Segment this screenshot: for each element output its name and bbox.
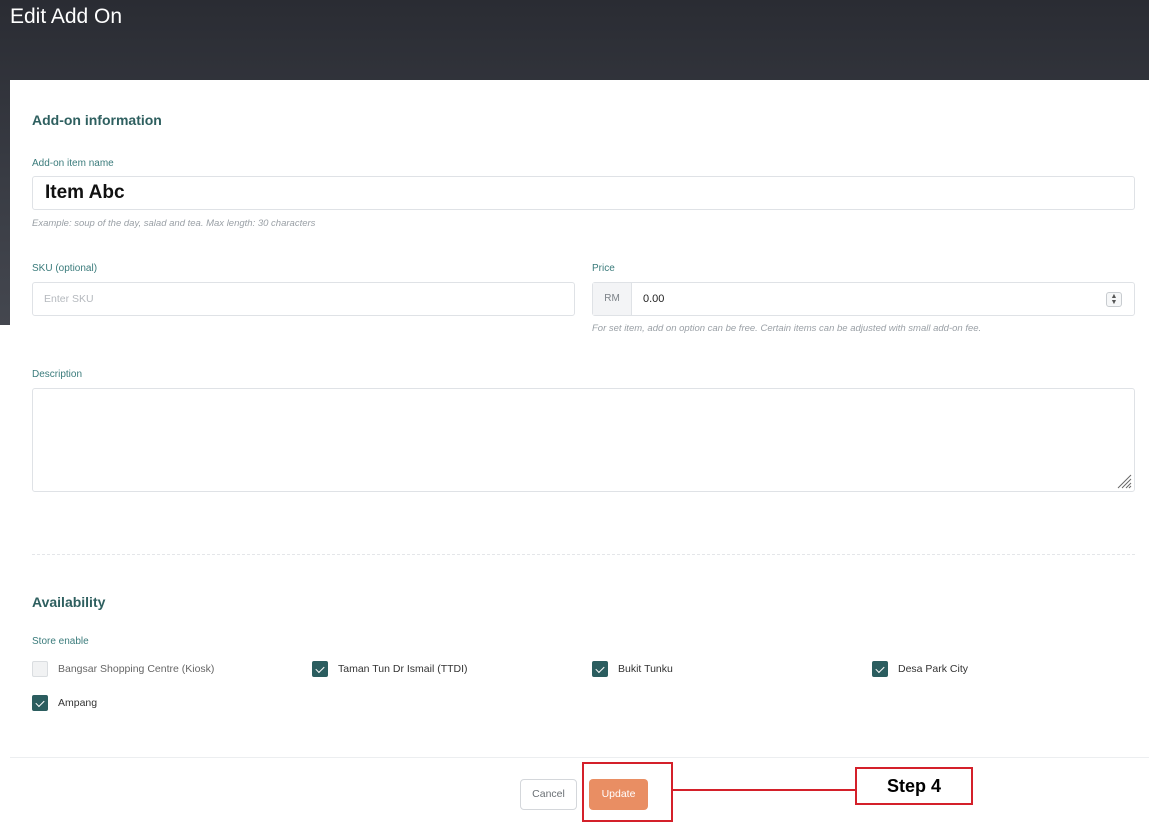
description-label: Description [32,369,83,380]
price-input[interactable]: RM 0.00 ▲ ▼ [592,282,1135,316]
store-option-bukit-tunku[interactable]: Bukit Tunku [592,660,673,678]
sku-placeholder: Enter SKU [44,293,94,305]
description-textarea[interactable] [32,388,1135,492]
price-stepper-icon[interactable]: ▲ ▼ [1106,292,1122,307]
footer-divider [10,757,1149,758]
checkbox-checked[interactable] [592,661,608,677]
annotation-step-label: Step 4 [855,767,973,805]
store-option-desa-park-city[interactable]: Desa Park City [872,660,968,678]
store-label: Ampang [58,697,98,709]
item-name-hint: Example: soup of the day, salad and tea.… [32,218,316,229]
check-icon [35,697,45,707]
item-name-value: Item Abc [45,182,125,203]
item-name-label: Add-on item name [32,158,114,169]
page-title: Edit Add On [10,5,123,28]
store-enable-label: Store enable [32,636,89,647]
checkbox-checked[interactable] [872,661,888,677]
store-option-ampang[interactable]: Ampang [32,694,97,712]
store-label: Desa Park City [898,663,969,675]
edit-add-on-form-card: Add-on information Add-on item name Item… [10,80,1149,824]
section-title-availability: Availability [32,594,106,610]
sku-input[interactable]: Enter SKU [32,282,575,316]
annotation-highlight-box [582,762,673,822]
checkbox-checked[interactable] [312,661,328,677]
resize-handle-icon[interactable] [1116,473,1132,489]
annotation-connector-line [672,789,856,791]
sku-label: SKU (optional) [32,263,98,274]
price-label: Price [592,263,615,274]
check-icon [315,663,325,673]
store-option-bangsar[interactable]: Bangsar Shopping Centre (Kiosk) [32,660,214,678]
section-divider [32,554,1135,555]
check-icon [595,663,605,673]
check-icon [875,663,885,673]
checkbox-checked[interactable] [32,695,48,711]
item-name-input[interactable]: Item Abc [32,176,1135,210]
store-label: Bangsar Shopping Centre (Kiosk) [58,663,215,675]
checkbox[interactable] [32,661,48,677]
price-hint: For set item, add on option can be free.… [592,323,982,334]
store-label: Bukit Tunku [618,663,673,675]
price-value: 0.00 [643,293,665,305]
price-currency-prefix: RM [593,283,632,315]
store-label: Taman Tun Dr Ismail (TTDI) [338,663,468,675]
cancel-button[interactable]: Cancel [520,779,577,810]
section-title-add-on-information: Add-on information [32,112,162,128]
store-option-ttdi[interactable]: Taman Tun Dr Ismail (TTDI) [312,660,468,678]
